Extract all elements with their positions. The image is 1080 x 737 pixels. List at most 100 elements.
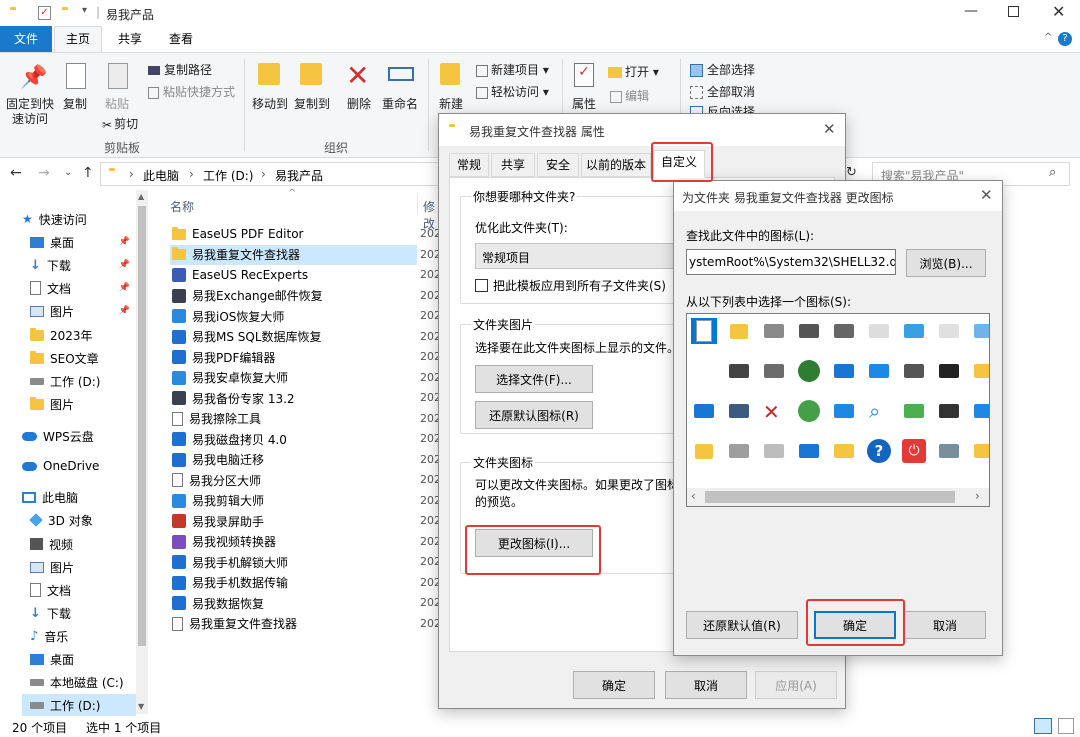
- copy-to-button[interactable]: 复制到: [292, 97, 332, 112]
- file-row[interactable]: 易我备份专家 13.2: [170, 388, 417, 408]
- new-item-button[interactable]: 新建项目 ▾: [476, 61, 549, 78]
- icon-choice[interactable]: [831, 358, 857, 384]
- nav-item[interactable]: 工作 (D:): [22, 694, 136, 716]
- refresh-icon[interactable]: ↻: [846, 165, 857, 180]
- close-icon[interactable]: ✕: [823, 120, 836, 138]
- file-row[interactable]: 易我剪辑大师: [170, 491, 417, 511]
- icon-choice[interactable]: ⌕: [866, 398, 892, 424]
- select-all-button[interactable]: 全部选择: [690, 61, 755, 78]
- help-icon[interactable]: ?: [1058, 32, 1072, 46]
- icon-choice[interactable]: [691, 358, 717, 384]
- recent-dropdown-icon[interactable]: ⌄: [64, 167, 72, 178]
- back-icon[interactable]: ←: [10, 165, 22, 181]
- pin-quick-access-button[interactable]: 固定到快 速访问: [4, 97, 56, 127]
- details-view-icon[interactable]: [1034, 718, 1052, 734]
- nav-scrollbar[interactable]: ▲ ▼: [136, 190, 148, 714]
- scroll-up-icon[interactable]: ▲: [138, 192, 144, 201]
- icon-choice[interactable]: [796, 398, 822, 424]
- restore-default-button[interactable]: 还原默认值(R): [686, 611, 798, 639]
- file-row[interactable]: EaseUS PDF Editor: [170, 224, 417, 244]
- props-tab[interactable]: 安全: [537, 153, 579, 177]
- close-icon[interactable]: ✕: [1052, 2, 1065, 21]
- file-row[interactable]: 易我手机解锁大师: [170, 552, 417, 572]
- nav-item[interactable]: 文档: [22, 579, 136, 601]
- nav-item[interactable]: 工作 (D:): [22, 370, 136, 392]
- choose-file-button[interactable]: 选择文件(F)...: [475, 365, 593, 393]
- nav-item[interactable]: OneDrive: [14, 455, 136, 477]
- cut-button[interactable]: ✂ 剪切: [102, 115, 138, 132]
- close-icon[interactable]: ✕: [980, 186, 993, 204]
- icon-choice[interactable]: [901, 398, 927, 424]
- qat-dropdown-icon[interactable]: ▾: [82, 5, 87, 16]
- nav-item[interactable]: SEO文章: [22, 347, 136, 369]
- icon-choice[interactable]: [971, 438, 989, 464]
- icon-list[interactable]: ✕ ⌕? ⏻ ‹ ›: [686, 313, 990, 507]
- icon-choice[interactable]: [761, 318, 787, 344]
- tab-share[interactable]: 共享: [104, 26, 156, 52]
- props-tab[interactable]: 自定义: [653, 150, 705, 178]
- props-tab[interactable]: 常规: [449, 153, 489, 177]
- icon-choice[interactable]: [796, 358, 822, 384]
- nav-item[interactable]: 2023年: [22, 324, 136, 346]
- browse-button[interactable]: 浏览(B)...: [906, 249, 986, 277]
- nav-item[interactable]: 图片: [22, 556, 136, 578]
- icon-choice[interactable]: [936, 358, 962, 384]
- minimize-icon[interactable]: —: [964, 3, 978, 19]
- icon-choice[interactable]: [726, 398, 752, 424]
- props-cancel-button[interactable]: 取消: [665, 671, 747, 699]
- nav-item[interactable]: ★ 快速访问: [14, 208, 136, 230]
- icon-choice[interactable]: [691, 398, 717, 424]
- pin-icon[interactable]: 📌: [119, 283, 130, 293]
- nav-item[interactable]: 桌面 📌: [22, 231, 136, 253]
- pin-icon[interactable]: 📌: [119, 260, 130, 270]
- breadcrumb-folder[interactable]: 易我产品: [275, 167, 323, 184]
- scroll-right-icon[interactable]: ›: [975, 489, 980, 503]
- collapse-ribbon-icon[interactable]: ^: [1044, 32, 1052, 43]
- pin-icon[interactable]: 📌: [119, 237, 130, 247]
- icon-choice[interactable]: [936, 398, 962, 424]
- file-row[interactable]: 易我擦除工具: [170, 409, 417, 429]
- icon-choice[interactable]: [866, 318, 892, 344]
- breadcrumb-drive[interactable]: 工作 (D:): [203, 167, 253, 184]
- icon-choice[interactable]: [796, 438, 822, 464]
- scroll-left-icon[interactable]: ‹: [691, 489, 696, 503]
- file-row[interactable]: 易我Exchange邮件恢复: [170, 286, 417, 306]
- pin-icon[interactable]: 📌: [119, 306, 130, 316]
- scroll-down-icon[interactable]: ▼: [138, 702, 144, 711]
- copy-button[interactable]: 复制: [60, 97, 90, 112]
- checkbox-icon[interactable]: ✓: [38, 6, 51, 20]
- icon-choice[interactable]: [761, 438, 787, 464]
- icon-choice[interactable]: [726, 318, 752, 344]
- restore-default-icon-button[interactable]: 还原默认图标(R): [475, 401, 593, 429]
- nav-item[interactable]: 桌面: [22, 648, 136, 670]
- open-button[interactable]: 打开 ▾: [608, 63, 659, 80]
- nav-item[interactable]: 图片: [22, 393, 136, 415]
- icon-choice[interactable]: [901, 318, 927, 344]
- paste-shortcut-button[interactable]: 粘贴快捷方式: [148, 83, 235, 100]
- icon-cancel-button[interactable]: 取消: [904, 611, 986, 639]
- up-icon[interactable]: ↑: [82, 165, 94, 181]
- copy-path-button[interactable]: 复制路径: [148, 61, 212, 78]
- icon-choice[interactable]: [691, 438, 717, 464]
- breadcrumb-this-pc[interactable]: 此电脑: [143, 167, 179, 184]
- tab-view[interactable]: 查看: [156, 26, 206, 52]
- tab-file[interactable]: 文件: [0, 26, 52, 52]
- icon-choice[interactable]: [936, 438, 962, 464]
- file-row[interactable]: 易我重复文件查找器: [170, 614, 417, 634]
- icon-choice[interactable]: [691, 318, 717, 344]
- props-apply-button[interactable]: 应用(A): [755, 671, 837, 699]
- icon-choice[interactable]: [761, 358, 787, 384]
- props-ok-button[interactable]: 确定: [573, 671, 655, 699]
- icon-choice[interactable]: ⏻: [901, 438, 927, 464]
- icon-choice[interactable]: [936, 318, 962, 344]
- column-header-name[interactable]: 名称: [170, 198, 194, 215]
- icon-path-input[interactable]: ystemRoot%\System32\SHELL32.dll: [686, 249, 896, 275]
- icon-choice[interactable]: ✕: [761, 398, 787, 424]
- tab-home[interactable]: 主页: [54, 26, 102, 52]
- nav-item[interactable]: ↓ 下载 📌: [22, 254, 136, 276]
- nav-item[interactable]: 文档 📌: [22, 277, 136, 299]
- file-row[interactable]: 易我数据恢复: [170, 593, 417, 613]
- file-row[interactable]: 易我手机数据传输: [170, 573, 417, 593]
- file-row[interactable]: 易我录屏助手: [170, 511, 417, 531]
- file-row[interactable]: 易我重复文件查找器: [170, 244, 417, 265]
